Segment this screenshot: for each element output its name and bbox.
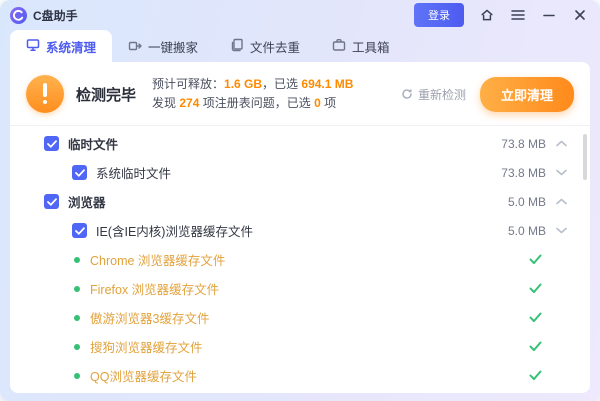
bullet-dot-icon <box>74 315 80 321</box>
list-item-maxthon-cache[interactable]: 傲游浏览器3缓存文件 <box>10 303 590 332</box>
checkbox-checked[interactable] <box>44 136 59 151</box>
registry-issue-count: 274 <box>179 96 199 110</box>
green-check-icon <box>529 283 542 294</box>
list-item-qq-cache[interactable]: QQ浏览器缓存文件 <box>10 361 590 390</box>
bullet-dot-icon <box>74 257 80 263</box>
scan-summary: 检测完毕 预计可释放：1.6 GB，已选 694.1 MB 发现 274 项注册… <box>10 62 590 125</box>
move-icon <box>128 38 142 55</box>
clean-now-button[interactable]: 立即清理 <box>480 77 574 112</box>
tab-label: 文件去重 <box>250 37 300 56</box>
app-window: C盘助手 登录 系统清理 <box>0 0 600 401</box>
tab-toolbox[interactable]: 工具箱 <box>316 30 406 62</box>
list-item-chrome-cache[interactable]: Chrome 浏览器缓存文件 <box>10 245 590 274</box>
recheck-button[interactable]: 重新检测 <box>401 86 466 103</box>
duplicate-file-icon <box>230 38 244 55</box>
cleanup-list: 临时文件 73.8 MB 系统临时文件 73.8 MB 浏览器 5.0 MB I… <box>10 126 590 390</box>
item-size: 73.8 MB <box>501 137 546 151</box>
green-check-icon <box>529 312 542 323</box>
tab-file-dedupe[interactable]: 文件去重 <box>214 30 316 62</box>
scan-detail: 预计可释放：1.6 GB，已选 694.1 MB 发现 274 项注册表问题，已… <box>152 75 353 113</box>
chevron-up-icon[interactable] <box>546 140 576 147</box>
scrollbar[interactable] <box>583 134 587 384</box>
warning-icon <box>26 75 64 113</box>
list-item-ie-cache[interactable]: IE(含IE内核)浏览器缓存文件 5.0 MB <box>10 216 590 245</box>
titlebar-controls: 登录 <box>414 3 588 27</box>
checkbox-checked[interactable] <box>44 194 59 209</box>
tab-system-cleanup[interactable]: 系统清理 <box>10 30 112 62</box>
recheck-label: 重新检测 <box>418 86 466 103</box>
refresh-icon <box>401 88 413 100</box>
bullet-dot-icon <box>74 373 80 379</box>
list-item-temp-files[interactable]: 临时文件 73.8 MB <box>10 129 590 158</box>
titlebar: C盘助手 登录 <box>0 0 600 30</box>
list-item-browsers[interactable]: 浏览器 5.0 MB <box>10 187 590 216</box>
system-cleanup-icon <box>26 38 40 55</box>
bullet-dot-icon <box>74 286 80 292</box>
checkbox-checked[interactable] <box>72 223 87 238</box>
registry-selected-count: 0 <box>314 96 321 110</box>
registry-line: 发现 274 项注册表问题，已选 0 项 <box>152 94 353 113</box>
list-item-sogou-cache[interactable]: 搜狗浏览器缓存文件 <box>10 332 590 361</box>
list-item-system-temp[interactable]: 系统临时文件 73.8 MB <box>10 158 590 187</box>
app-title: C盘助手 <box>33 7 78 24</box>
login-button[interactable]: 登录 <box>414 3 464 27</box>
menu-icon[interactable] <box>510 7 526 23</box>
item-size: 73.8 MB <box>501 166 546 180</box>
home-icon[interactable] <box>479 7 495 23</box>
chevron-down-icon[interactable] <box>546 169 576 176</box>
green-check-icon <box>529 254 542 265</box>
app-logo-icon <box>10 7 27 24</box>
summary-actions: 重新检测 立即清理 <box>401 77 574 112</box>
green-check-icon <box>529 370 542 381</box>
item-size: 5.0 MB <box>508 224 546 238</box>
scrollbar-thumb[interactable] <box>583 134 587 180</box>
releasable-size: 1.6 GB <box>224 77 262 91</box>
bullet-dot-icon <box>74 344 80 350</box>
scan-status: 检测完毕 <box>76 84 136 105</box>
green-check-icon <box>529 341 542 352</box>
tab-one-click-move[interactable]: 一键搬家 <box>112 30 214 62</box>
tab-label: 工具箱 <box>352 37 390 56</box>
chevron-down-icon[interactable] <box>546 227 576 234</box>
tab-bar: 系统清理 一键搬家 文件去重 工具箱 <box>10 30 590 62</box>
tab-label: 系统清理 <box>46 37 96 56</box>
releasable-line: 预计可释放：1.6 GB，已选 694.1 MB <box>152 75 353 94</box>
minimize-icon[interactable] <box>541 7 557 23</box>
list-item-firefox-cache[interactable]: Firefox 浏览器缓存文件 <box>10 274 590 303</box>
tab-label: 一键搬家 <box>148 37 198 56</box>
selected-size: 694.1 MB <box>301 77 353 91</box>
checkbox-checked[interactable] <box>72 165 87 180</box>
toolbox-icon <box>332 38 346 55</box>
main-panel: 检测完毕 预计可释放：1.6 GB，已选 694.1 MB 发现 274 项注册… <box>10 62 590 393</box>
item-size: 5.0 MB <box>508 195 546 209</box>
close-icon[interactable] <box>572 7 588 23</box>
chevron-up-icon[interactable] <box>546 198 576 205</box>
